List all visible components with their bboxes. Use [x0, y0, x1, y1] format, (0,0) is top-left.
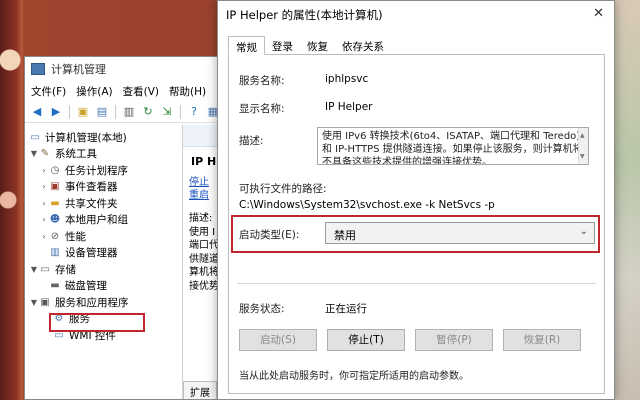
tree-item-event-viewer[interactable]: › ▣ 事件查看器: [25, 179, 182, 196]
properties-dialog: IP Helper 的属性(本地计算机) ✕ 常规 登录 恢复 依存关系 服务名…: [217, 0, 615, 400]
tree-item-task-scheduler[interactable]: › ◷ 任务计划程序: [25, 162, 182, 179]
startup-type-value: 禁用: [334, 229, 356, 242]
tree-item-label: 计算机管理(本地): [45, 131, 127, 144]
scroll-down-icon[interactable]: ▼: [580, 150, 585, 163]
path-value: C:\Windows\System32\svchost.exe -k NetSv…: [239, 199, 495, 211]
tree-item-label: 本地用户和组: [65, 214, 128, 227]
chevron-right-icon[interactable]: ›: [39, 199, 49, 208]
startup-type-select[interactable]: 禁用 ⌄: [325, 222, 595, 244]
tab-logon[interactable]: 登录: [265, 36, 300, 55]
description-label: 描述:: [239, 135, 264, 147]
properties-icon[interactable]: ▥: [121, 104, 137, 120]
tree-item-system-tools[interactable]: ▼ ✎ 系统工具: [25, 146, 182, 163]
description-scrollbar[interactable]: ▲ ▼: [578, 128, 588, 164]
help-icon[interactable]: ?: [186, 104, 202, 120]
divider: [237, 283, 596, 284]
toolbar-separator: [115, 104, 116, 119]
console-tree-icon[interactable]: ▤: [94, 104, 110, 120]
description-box[interactable]: 使用 IPv6 转换技术(6to4、ISATAP、端口代理和 Teredo)和 …: [317, 127, 589, 165]
up-folder-icon[interactable]: ▣: [75, 104, 91, 120]
device-icon: ▥: [50, 247, 60, 259]
chevron-right-icon[interactable]: ›: [39, 182, 49, 191]
storage-icon: ▭: [40, 263, 50, 275]
users-icon: ☻: [49, 214, 61, 226]
back-arrow-icon[interactable]: ◀: [29, 104, 45, 120]
start-params-hint: 当从此处启动服务时，你可指定所适用的启动参数。: [239, 371, 469, 382]
tree-item-disk-management[interactable]: ▬ 磁盘管理: [25, 278, 182, 295]
tab-recovery[interactable]: 恢复: [300, 36, 335, 55]
tree-item-label: 共享文件夹: [65, 197, 118, 210]
tree-item-label: 性能: [65, 230, 86, 243]
tree-item-label: 任务计划程序: [65, 164, 128, 177]
tree-item-device-manager[interactable]: ▥ 设备管理器: [25, 245, 182, 262]
description-text: 使用 IPv6 转换技术(6to4、ISATAP、端口代理和 Teredo)和 …: [322, 131, 583, 165]
tree-item-performance[interactable]: › ⊘ 性能: [25, 228, 182, 245]
menu-file[interactable]: 文件(F): [31, 84, 66, 99]
cm-title: 计算机管理: [51, 63, 106, 76]
chevron-down-icon[interactable]: ▼: [29, 149, 39, 158]
tree-item-label: 磁盘管理: [65, 280, 107, 293]
service-status-value: 正在运行: [325, 303, 367, 315]
tree-item-label: 设备管理器: [65, 247, 118, 260]
chevron-right-icon[interactable]: ›: [39, 232, 49, 241]
refresh-icon[interactable]: ↻: [140, 104, 156, 120]
tree-item-label: 服务和应用程序: [55, 296, 129, 309]
general-panel: 服务名称: iphlpsvc 显示名称: IP Helper 描述: 使用 IP…: [228, 54, 605, 394]
start-button[interactable]: 启动(S): [239, 329, 317, 351]
forward-arrow-icon[interactable]: ▶: [48, 104, 64, 120]
pause-button[interactable]: 暂停(P): [415, 329, 493, 351]
services-highlight-box: [49, 313, 145, 332]
tab-dependencies[interactable]: 依存关系: [335, 36, 391, 55]
tree-item-label: 事件查看器: [65, 181, 118, 194]
menu-action[interactable]: 操作(A): [76, 84, 112, 99]
toolbar-separator: [180, 104, 181, 119]
dialog-titlebar: IP Helper 的属性(本地计算机) ✕: [218, 1, 614, 29]
scroll-up-icon[interactable]: ▲: [580, 129, 585, 142]
display-name-value: IP Helper: [325, 101, 373, 113]
event-icon: ▣: [50, 181, 60, 193]
performance-icon: ⊘: [50, 230, 60, 242]
display-name-label: 显示名称:: [239, 103, 285, 115]
disk-icon: ▬: [50, 280, 60, 292]
chevron-right-icon[interactable]: ›: [39, 166, 49, 175]
tree-item-computer-management[interactable]: ▭ 计算机管理(本地): [25, 129, 182, 146]
service-name-label: 服务名称:: [239, 75, 285, 87]
computer-management-icon: [31, 63, 45, 75]
chevron-right-icon[interactable]: ›: [39, 215, 49, 224]
services-apps-icon: ▣: [40, 296, 50, 308]
startup-type-label: 启动类型(E):: [239, 229, 300, 241]
service-name-value: iphlpsvc: [325, 73, 369, 85]
chevron-down-icon: ⌄: [579, 226, 588, 237]
toolbar-separator: [69, 104, 70, 119]
tree-item-label: 存储: [55, 263, 76, 276]
tree-item-local-users[interactable]: › ☻ 本地用户和组: [25, 212, 182, 229]
export-icon[interactable]: ⇲: [159, 104, 175, 120]
tree-item-services-apps[interactable]: ▼ ▣ 服务和应用程序: [25, 294, 182, 311]
clock-icon: ◷: [50, 164, 60, 176]
tab-general[interactable]: 常规: [228, 36, 265, 55]
cm-toolbar: ◀ ▶ ▣ ▤ ▥ ↻ ⇲ ? ▦: [25, 101, 223, 123]
path-label: 可执行文件的路径:: [239, 183, 327, 195]
computer-icon: ▭: [30, 131, 40, 143]
menu-view[interactable]: 查看(V): [123, 84, 159, 99]
chevron-down-icon[interactable]: ▼: [29, 265, 39, 274]
close-icon[interactable]: ✕: [593, 6, 604, 21]
chevron-down-icon[interactable]: ▼: [29, 298, 39, 307]
cm-menubar: 文件(F) 操作(A) 查看(V) 帮助(H): [25, 81, 223, 101]
cm-titlebar: 计算机管理: [25, 57, 223, 81]
console-tree: ▭ 计算机管理(本地) ▼ ✎ 系统工具 › ◷ 任务计划程序 › ▣ 事件查看…: [25, 125, 183, 399]
tree-item-shared-folders[interactable]: › ▬ 共享文件夹: [25, 195, 182, 212]
tab-extended[interactable]: 扩展: [183, 381, 217, 399]
dialog-tabs: 常规 登录 恢复 依存关系: [228, 36, 391, 55]
tree-item-label: 系统工具: [55, 148, 97, 161]
tree-item-storage[interactable]: ▼ ▭ 存储: [25, 261, 182, 278]
stop-button[interactable]: 停止(T): [327, 329, 405, 351]
resume-button[interactable]: 恢复(R): [503, 329, 581, 351]
folder-icon: ▬: [50, 197, 60, 209]
tools-icon: ✎: [40, 148, 50, 160]
menu-help[interactable]: 帮助(H): [169, 84, 206, 99]
service-status-label: 服务状态:: [239, 303, 285, 315]
dialog-title: IP Helper 的属性(本地计算机): [226, 8, 383, 22]
computer-management-window: 计算机管理 文件(F) 操作(A) 查看(V) 帮助(H) ◀ ▶ ▣ ▤ ▥ …: [24, 56, 224, 400]
